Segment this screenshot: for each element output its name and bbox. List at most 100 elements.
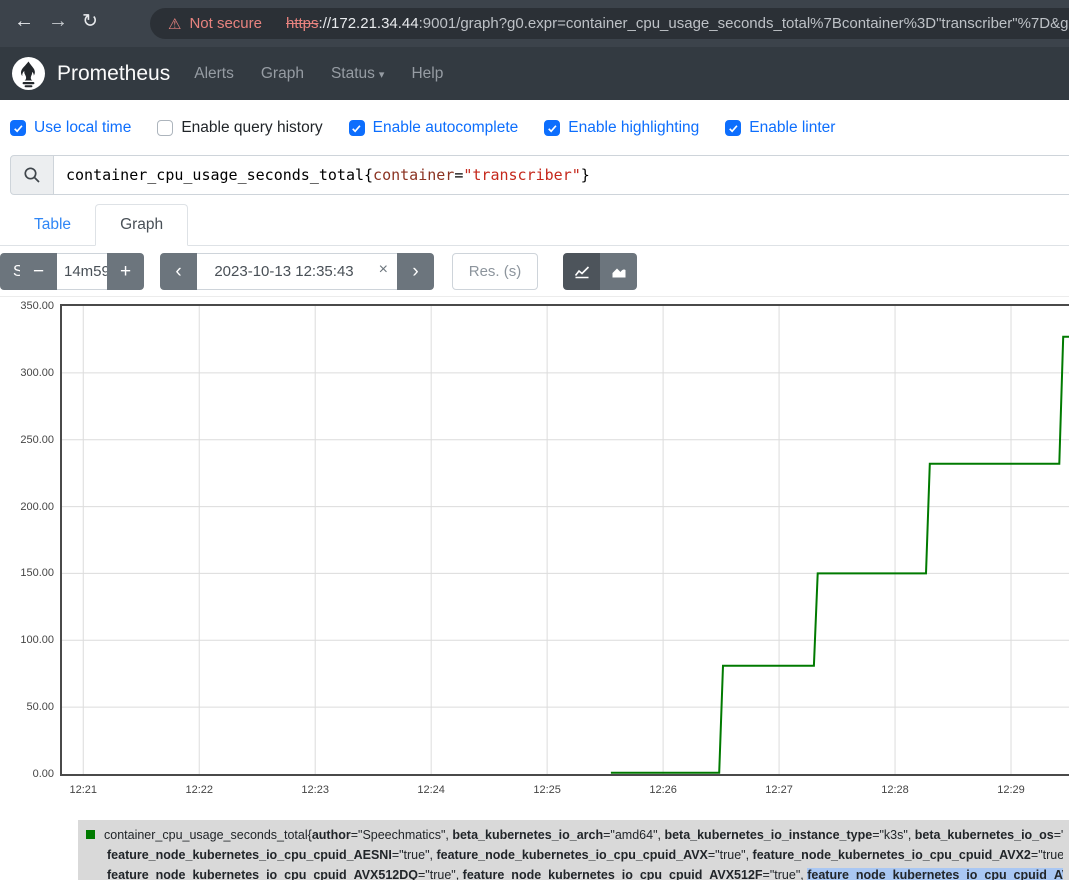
datetime-control: ‹ × › [160,253,434,290]
selected-label-text: feature_node_kubernetes_io_cpu_cpuid_AVX… [807,868,1063,880]
y-tick-label: 200.00 [0,501,54,513]
increase-range-button[interactable]: + [107,253,144,290]
option-label: Enable query history [181,119,322,137]
y-tick-label: 350.00 [0,300,54,312]
y-tick-label: 0.00 [0,768,54,780]
url-host: ://172.21.34.44 [319,15,419,32]
legend-text: container_cpu_usage_seconds_total{ [104,828,312,842]
checkbox-checked-icon[interactable] [725,120,741,136]
url-scheme: https [286,15,319,32]
y-tick-label: 100.00 [0,634,54,646]
back-icon[interactable]: ← [14,10,34,33]
cpu-usage-chart[interactable] [60,304,1069,776]
legend-text: feature_node_kubernetes_io_cpu_cpuid_AVX… [107,868,418,880]
legend-text: ="Speechmatics", [351,828,453,842]
range-input[interactable] [57,253,107,290]
legend-item[interactable]: container_cpu_usage_seconds_total{author… [78,820,1069,880]
legend-text: feature_node_kubernetes_io_cpu_cpuid_AVX… [753,848,1031,862]
nav-link-graph[interactable]: Graph [261,65,304,83]
option-enable-linter[interactable]: Enable linter [725,119,835,137]
query-expression-input[interactable]: container_cpu_usage_seconds_total{contai… [54,155,1069,195]
legend-line: feature_node_kubernetes_io_cpu_cpuid_AES… [86,845,1063,865]
prometheus-logo-icon[interactable] [12,57,45,90]
query-token-string: "transcriber" [463,166,580,184]
legend-text: ="k3s", [872,828,915,842]
reload-icon[interactable]: ↻ [82,10,98,33]
legend-text: ="true", [418,868,463,880]
forward-icon[interactable]: → [48,10,68,33]
y-tick-label: 250.00 [0,434,54,446]
option-label: Enable highlighting [568,119,699,137]
screen: ← → ↻ ⚠ Not secure https ://172.21.34.44… [0,0,1069,880]
checkbox-unchecked-icon[interactable] [157,120,173,136]
option-enable-query-history[interactable]: Enable query history [157,119,322,137]
query-token-metric: container_cpu_usage_seconds_total [66,166,364,184]
query-token-plain: { [364,166,373,184]
nav-link-help[interactable]: Help [411,65,443,83]
query-token-plain: } [581,166,590,184]
legend-text: ="amd64", [603,828,664,842]
legend-text: beta_kubernetes_io_instance_type [664,828,872,842]
x-tick-label: 12:24 [409,784,453,796]
checkbox-checked-icon[interactable] [349,120,365,136]
search-icon [10,155,54,195]
option-label: Enable linter [749,119,835,137]
decrease-range-button[interactable]: − [20,253,57,290]
option-enable-highlighting[interactable]: Enable highlighting [544,119,699,137]
legend-text: ="true", [708,848,753,862]
legend-text: beta_kubernetes_io_os [915,828,1054,842]
prev-time-button[interactable]: ‹ [160,253,197,290]
legend-text: ="true", [392,848,437,862]
x-tick-label: 12:28 [873,784,917,796]
query-token-plain: = [454,166,463,184]
legend-text: author [312,828,351,842]
legend-text: feature_node_kubernetes_io_cpu_cpuid_AES… [107,848,392,862]
x-tick-label: 12:26 [641,784,685,796]
x-tick-label: 12:29 [989,784,1033,796]
datetime-input[interactable] [197,253,397,290]
resolution-input[interactable] [452,253,538,290]
x-tick-label: 12:22 [177,784,221,796]
nav-link-status[interactable]: Status▾ [331,65,384,83]
y-tick-label: 50.00 [0,701,54,713]
chevron-down-icon: ▾ [379,69,385,81]
tab-graph[interactable]: Graph [95,204,188,246]
option-label: Use local time [34,119,131,137]
y-tick-label: 300.00 [0,367,54,379]
option-enable-autocomplete[interactable]: Enable autocomplete [349,119,519,137]
x-tick-label: 12:25 [525,784,569,796]
query-token-label: container [373,166,454,184]
option-use-local-time[interactable]: Use local time [10,119,131,137]
checkbox-checked-icon[interactable] [10,120,26,136]
duration-control: − + [20,253,144,290]
nav-link-alerts[interactable]: Alerts [194,65,234,83]
legend-line: container_cpu_usage_seconds_total{author… [86,825,1063,845]
stacked-chart-button[interactable] [600,253,637,290]
legend-text: feature_node_kubernetes_io_cpu_cpuid_AVX… [463,868,763,880]
browser-toolbar: ← → ↻ ⚠ Not secure https ://172.21.34.44… [0,0,1069,47]
url-path: :9001/graph?g0.expr=container_cpu_usage_… [419,15,1069,32]
not-secure-label: Not secure [189,15,262,32]
address-bar[interactable]: ⚠ Not secure https ://172.21.34.44 :9001… [150,8,1069,39]
navbar-links: Alerts Graph Status▾ Help [194,65,443,83]
brand-title[interactable]: Prometheus [57,62,170,86]
line-chart-button[interactable] [563,253,600,290]
tab-table[interactable]: Table [10,204,95,246]
legend-text: ="linux", [1054,828,1063,842]
graph-toolbar: − + ‹ × › Sho [0,253,1069,290]
warning-icon: ⚠ [168,15,181,33]
query-row: container_cpu_usage_seconds_total{contai… [10,155,1069,195]
legend-text: beta_kubernetes_io_arch [452,828,603,842]
query-options-row: Use local time Enable query history Enable… [10,113,835,143]
legend-text: ="true", [763,868,808,880]
option-label: Enable autocomplete [373,119,519,137]
prometheus-navbar: Prometheus Alerts Graph Status▾ Help [0,47,1069,100]
checkbox-checked-icon[interactable] [544,120,560,136]
next-time-button[interactable]: › [397,253,434,290]
chart-section: 0.00 50.00 100.00 150.00 200.00 250.00 300.00 3… [0,296,1069,806]
legend-text: feature_node_kubernetes_io_cpu_cpuid_AVX [436,848,707,862]
y-tick-label: 150.00 [0,567,54,579]
series-swatch-icon [86,830,95,839]
clear-datetime-icon[interactable]: × [379,261,388,279]
legend-line: feature_node_kubernetes_io_cpu_cpuid_AVX… [86,865,1063,880]
